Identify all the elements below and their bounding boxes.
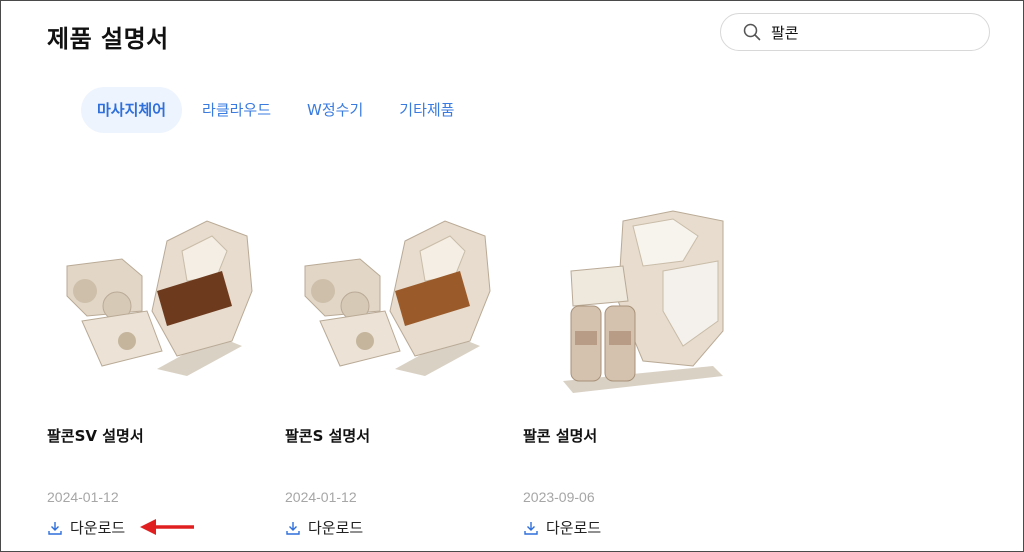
download-label: 다운로드 <box>546 519 602 537</box>
download-link[interactable]: 다운로드 <box>47 517 125 538</box>
tab-w-water-purifier[interactable]: W정수기 <box>291 87 379 133</box>
product-date: 2024-01-12 <box>285 489 357 505</box>
tab-other-products[interactable]: 기타제품 <box>383 87 470 133</box>
product-card: 팔콘SV 설명서 2024-01-12 다운로드 <box>47 181 267 551</box>
search-icon <box>743 23 761 41</box>
search-input[interactable] <box>769 22 973 42</box>
download-link[interactable]: 다운로드 <box>285 517 363 538</box>
page-title: 제품 설명서 <box>47 25 169 53</box>
category-tabs: 마사지체어 라클라우드 W정수기 기타제품 <box>81 87 474 133</box>
download-label: 다운로드 <box>70 519 126 537</box>
product-image[interactable] <box>285 181 505 401</box>
download-icon <box>286 521 300 535</box>
tab-lacloud[interactable]: 라클라우드 <box>186 87 287 133</box>
download-label: 다운로드 <box>308 519 364 537</box>
product-name[interactable]: 팔콘 설명서 <box>523 425 597 446</box>
product-card: 팔콘S 설명서 2024-01-12 다운로드 <box>285 181 505 551</box>
product-name[interactable]: 팔콘S 설명서 <box>285 425 370 446</box>
product-image[interactable] <box>523 181 743 401</box>
product-date: 2023-09-06 <box>523 489 595 505</box>
search-box[interactable] <box>720 13 990 51</box>
annotation-arrow-icon <box>140 519 194 535</box>
download-link[interactable]: 다운로드 <box>523 517 601 538</box>
tab-massage-chair[interactable]: 마사지체어 <box>81 87 183 133</box>
product-name[interactable]: 팔콘SV 설명서 <box>47 425 144 446</box>
product-card: 팔콘 설명서 2023-09-06 다운로드 <box>523 181 743 551</box>
product-date: 2024-01-12 <box>47 489 119 505</box>
product-image[interactable] <box>47 181 267 401</box>
app-window: 제품 설명서 마사지체어 라클라우드 W정수기 기타제품 팔콘SV 설명서 20… <box>0 0 1024 552</box>
download-icon <box>48 521 62 535</box>
download-icon <box>524 521 538 535</box>
